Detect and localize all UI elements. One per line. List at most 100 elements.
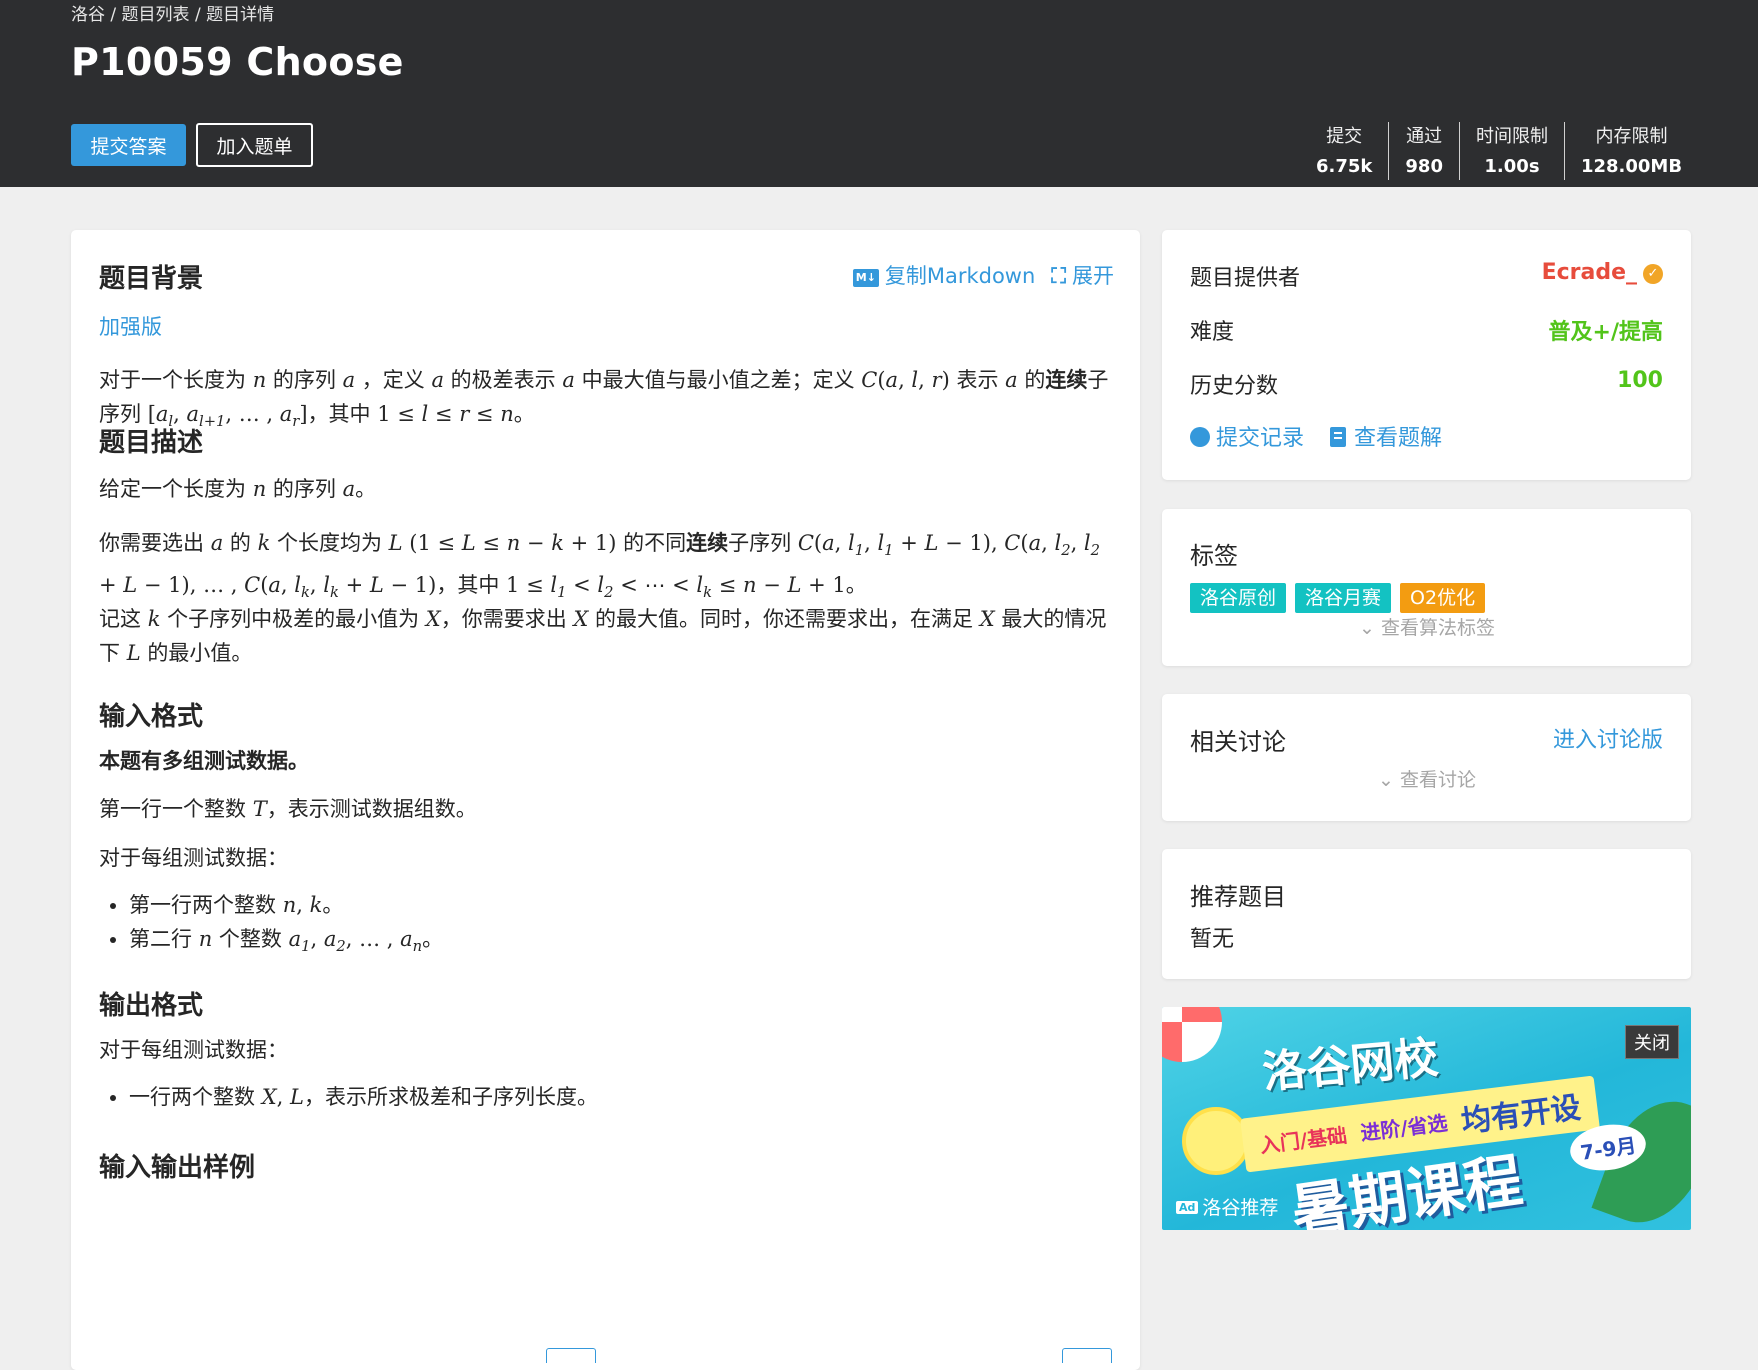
discussion-card: 相关讨论 进入讨论版 ⌄ 查看讨论 <box>1162 694 1691 821</box>
stat-value: 6.75k <box>1316 156 1373 177</box>
stat-time-limit: 时间限制 1.00s <box>1460 122 1565 180</box>
ad-brand: 洛谷网校 <box>1260 1032 1441 1099</box>
input-multi-test-note: 本题有多组测试数据。 <box>99 749 309 773</box>
copy-markdown-label: 复制Markdown <box>884 264 1036 288</box>
ad-offer: 均有开设 <box>1459 1090 1583 1140</box>
ad-levels-b: 进阶/省选 <box>1359 1110 1449 1145</box>
problem-stats: 提交 6.75k 通过 980 时间限制 1.00s 内存限制 128.00MB <box>1300 122 1698 180</box>
pie-chart-icon <box>1190 427 1210 447</box>
description-text-3: 记这 k 个子序列中极差的最小值为 X，你需要求出 X 的最大值。同时，你还需要… <box>99 607 1107 665</box>
section-title-samples: 输入输出样例 <box>99 1153 256 1183</box>
score-row: 历史分数 100 <box>1190 368 1663 400</box>
tag-list: 洛谷原创 洛谷月赛 O2优化 <box>1190 583 1486 613</box>
expand-icon: ⛶ <box>1051 264 1066 288</box>
expand-link[interactable]: ⛶ 展开 <box>1051 260 1114 290</box>
submit-answer-button[interactable]: 提交答案 <box>71 124 186 166</box>
breadcrumb-current: 题目详情 <box>206 5 275 25</box>
breadcrumb-separator: / <box>189 5 207 25</box>
list-item: 第二行 n 个整数 a1, a2, … , an。 <box>129 922 443 964</box>
stat-label: 通过 <box>1406 126 1443 147</box>
ad-label-text: 洛谷推荐 <box>1202 1197 1279 1219</box>
copy-input-sample-button[interactable] <box>546 1348 596 1363</box>
view-algorithm-tags-link[interactable]: ⌄ 查看算法标签 <box>1359 613 1495 640</box>
expand-label: 展开 <box>1072 264 1114 288</box>
chevron-down-icon: ⌄ <box>1359 617 1381 639</box>
input-format-list: 第一行两个整数 n, k。 第二行 n 个整数 a1, a2, … , an。 <box>99 888 443 964</box>
output-format-list: 一行两个整数 X, L，表示所求极差和子序列长度。 <box>99 1080 598 1114</box>
stat-memory-limit: 内存限制 128.00MB <box>1565 122 1698 180</box>
score-value: 100 <box>1617 368 1663 393</box>
score-label: 历史分数 <box>1190 374 1279 399</box>
copy-markdown-link[interactable]: M↓ 复制Markdown <box>852 260 1036 290</box>
ad-levels-a: 入门/基础 <box>1258 1122 1349 1158</box>
provider-label: 题目提供者 <box>1190 266 1301 291</box>
breadcrumb: 洛谷 / 题目列表 / 题目详情 <box>71 0 274 25</box>
provider-row: 题目提供者 Ecrade_ ✓ <box>1190 260 1663 292</box>
stat-value: 1.00s <box>1484 156 1540 177</box>
verified-check-icon: ✓ <box>1643 264 1663 284</box>
background-text: 对于一个长度为 n 的序列 a ，定义 a 的极差表示 a 中最大值与最小值之差… <box>99 368 1109 431</box>
input-text-1: 第一行一个整数 T，表示测试数据组数。 <box>99 797 477 821</box>
section-title-output: 输出格式 <box>99 991 204 1021</box>
description-text-1: 给定一个长度为 n 的序列 a。 <box>99 477 377 501</box>
breadcrumb-problem-list[interactable]: 题目列表 <box>122 5 190 25</box>
ad-icon: Ad <box>1176 1201 1199 1214</box>
chevron-down-icon: ⌄ <box>1378 769 1400 791</box>
difficulty-label: 难度 <box>1190 320 1235 345</box>
tags-card: 标签 洛谷原创 洛谷月赛 O2优化 ⌄ 查看算法标签 <box>1162 509 1691 666</box>
add-to-list-button[interactable]: 加入题单 <box>196 123 313 167</box>
discussion-title: 相关讨论 <box>1190 728 1286 756</box>
stat-label: 提交 <box>1326 126 1363 147</box>
submission-records-label: 提交记录 <box>1216 426 1305 451</box>
tag-luogu-original[interactable]: 洛谷原创 <box>1190 583 1287 613</box>
ad-label: Ad 洛谷推荐 <box>1176 1193 1278 1220</box>
view-discussion-label: 查看讨论 <box>1399 769 1476 791</box>
tag-o2-optimization[interactable]: O2优化 <box>1400 583 1486 613</box>
list-item: 一行两个整数 X, L，表示所求极差和子序列长度。 <box>129 1080 598 1114</box>
tags-title: 标签 <box>1190 542 1238 570</box>
book-icon <box>1330 427 1347 447</box>
section-title-input: 输入格式 <box>99 702 204 732</box>
list-item: 第一行两个整数 n, k。 <box>129 888 443 922</box>
stat-accepted: 通过 980 <box>1389 122 1460 180</box>
stat-label: 内存限制 <box>1595 126 1668 147</box>
view-solutions-label: 查看题解 <box>1354 426 1443 451</box>
description-text-2: 你需要选出 a 的 k 个长度均为 L (1 ≤ L ≤ n − k + 1) … <box>99 531 1101 602</box>
ad-close-button[interactable]: 关闭 <box>1625 1025 1679 1059</box>
view-solutions-link[interactable]: 查看题解 <box>1330 420 1442 452</box>
recommended-title: 推荐题目 <box>1190 883 1286 911</box>
recommended-card: 推荐题目 暂无 <box>1162 849 1691 979</box>
view-discussion-link[interactable]: ⌄ 查看讨论 <box>1378 765 1476 792</box>
ad-banner[interactable]: 洛谷网校 入门/基础 进阶/省选 均有开设 暑期课程 7-9月 关闭 Ad 洛谷推… <box>1162 1007 1691 1230</box>
lemon-decoration <box>1182 1107 1250 1175</box>
difficulty-row: 难度 普及+/提高 <box>1190 314 1663 346</box>
stat-label: 时间限制 <box>1475 126 1548 147</box>
markdown-icon: M↓ <box>852 269 879 287</box>
provider-name: Ecrade_ <box>1541 260 1637 285</box>
view-algorithm-tags-label: 查看算法标签 <box>1380 617 1495 639</box>
breadcrumb-home[interactable]: 洛谷 <box>71 5 105 25</box>
output-each-case: 对于每组测试数据： <box>99 1038 288 1062</box>
submission-records-link[interactable]: 提交记录 <box>1190 420 1304 452</box>
recommended-empty: 暂无 <box>1190 927 1235 952</box>
tag-luogu-monthly[interactable]: 洛谷月赛 <box>1295 583 1392 613</box>
problem-info-card: 题目提供者 Ecrade_ ✓ 难度 普及+/提高 历史分数 100 提交记录 查… <box>1162 230 1691 480</box>
stat-submissions: 提交 6.75k <box>1300 122 1390 180</box>
page-header: 洛谷 / 题目列表 / 题目详情 P10059 Choose 提交答案 加入题单… <box>0 0 1758 187</box>
stat-value: 980 <box>1405 156 1443 177</box>
section-title-description: 题目描述 <box>99 428 204 458</box>
umbrella-decoration <box>1162 1007 1222 1062</box>
enhanced-version-link[interactable]: 加强版 <box>99 310 1114 344</box>
section-title-background: 题目背景 <box>99 264 204 294</box>
problem-info-links: 提交记录 查看题解 <box>1190 420 1442 452</box>
enter-discussion-link[interactable]: 进入讨论版 <box>1553 722 1663 754</box>
difficulty-value: 普及+/提高 <box>1548 320 1663 345</box>
page-title: P10059 Choose <box>71 40 404 84</box>
provider-link[interactable]: Ecrade_ ✓ <box>1542 260 1663 292</box>
content-actions: M↓ 复制Markdown ⛶ 展开 <box>852 260 1114 290</box>
breadcrumb-separator: / <box>105 5 122 25</box>
input-each-case: 对于每组测试数据： <box>99 846 288 870</box>
stat-value: 128.00MB <box>1580 156 1683 177</box>
copy-output-sample-button[interactable] <box>1062 1348 1112 1363</box>
problem-content-card: M↓ 复制Markdown ⛶ 展开 题目背景 加强版 对于一个长度为 n 的序列 … <box>71 230 1140 1370</box>
